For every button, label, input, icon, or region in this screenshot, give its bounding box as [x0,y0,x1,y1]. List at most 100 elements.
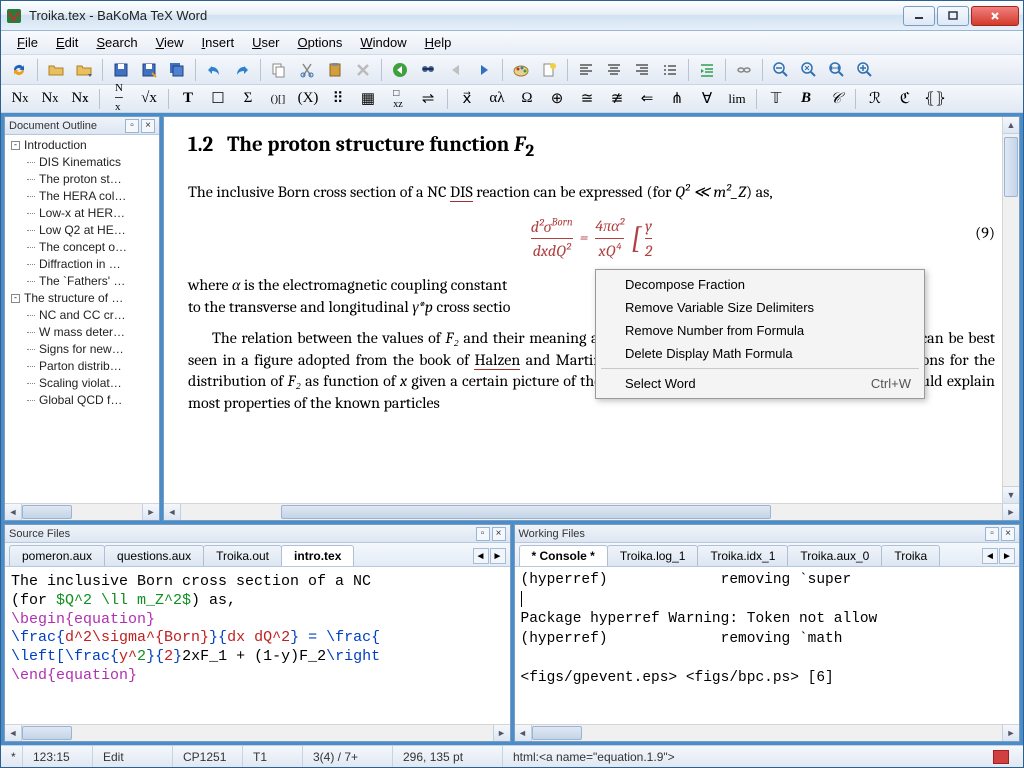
tab[interactable]: Troika [881,545,940,566]
ctx-remove-delimiters[interactable]: Remove Variable Size Delimiters [599,296,921,319]
back-icon[interactable] [388,58,412,82]
new-doc-icon[interactable] [537,58,561,82]
sym-supsub[interactable]: Nxx [67,88,93,110]
next-icon[interactable] [472,58,496,82]
ctx-remove-number[interactable]: Remove Number from Formula [599,319,921,342]
sym-sqrt[interactable]: √x [136,88,162,110]
outline-item[interactable]: DIS Kinematics [7,154,157,171]
sym-bbT[interactable]: 𝕋 [763,88,789,110]
menu-insert[interactable]: Insert [194,33,243,52]
sym-scrR[interactable]: ℛ [862,88,888,110]
zoom-fit-icon[interactable] [797,58,821,82]
doc-hscroll[interactable]: ◄► [164,503,1019,520]
minimize-button[interactable] [903,6,935,26]
tab[interactable]: Troika.log_1 [607,545,699,566]
delete-icon[interactable] [351,58,375,82]
maximize-button[interactable] [937,6,969,26]
sym-angle[interactable]: ⦃⦄ [922,88,948,110]
indent-icon[interactable] [695,58,719,82]
outline-item[interactable]: Low-x at HER… [7,205,157,222]
working-float-icon[interactable]: ▫ [985,527,999,541]
tab[interactable]: pomeron.aux [9,545,105,566]
ctx-select-word[interactable]: Select WordCtrl+W [599,372,921,395]
tab-nav-button[interactable]: ► [999,548,1015,564]
tab-nav-button[interactable]: ◄ [982,548,998,564]
outline-item[interactable]: The proton st… [7,171,157,188]
sym-ncong[interactable]: ≇ [604,88,630,110]
menu-view[interactable]: View [148,33,192,52]
menu-options[interactable]: Options [290,33,351,52]
equation-9[interactable]: d²σBorn dxdQ² = 4πα² xQ⁴ [ y [188,215,995,263]
close-button[interactable] [971,6,1019,26]
outline-item[interactable]: Signs for new… [7,341,157,358]
menu-help[interactable]: Help [417,33,460,52]
paste-icon[interactable] [323,58,347,82]
prev-icon[interactable] [444,58,468,82]
open-icon[interactable] [44,58,68,82]
sym-bfB[interactable]: B [793,88,819,110]
sym-matrix-s[interactable]: ⠿ [325,88,351,110]
sym-cong[interactable]: ≅ [574,88,600,110]
tab-nav-button[interactable]: ► [490,548,506,564]
sym-larrow[interactable]: ⇐ [634,88,660,110]
tab[interactable]: Troika.idx_1 [697,545,788,566]
menu-window[interactable]: Window [352,33,414,52]
sym-arrows[interactable]: ⇌ [415,88,441,110]
outline-item[interactable]: Scaling violat… [7,375,157,392]
zoom-out-icon[interactable] [769,58,793,82]
working-close-icon[interactable]: × [1001,527,1015,541]
refresh-icon[interactable] [7,58,31,82]
outline-item[interactable]: Low Q2 at HE… [7,222,157,239]
outline-item[interactable]: -The structure of … [7,290,157,307]
link-icon[interactable] [732,58,756,82]
sym-sup[interactable]: Nx [7,88,33,110]
find-icon[interactable] [416,58,440,82]
copy-icon[interactable] [267,58,291,82]
working-hscroll[interactable]: ◄► [515,724,1020,741]
outline-item[interactable]: NC and CC cr… [7,307,157,324]
source-close-icon[interactable]: × [492,527,506,541]
save-all-icon[interactable] [165,58,189,82]
menu-file[interactable]: File [9,33,46,52]
outline-close-icon[interactable]: × [141,119,155,133]
sym-delim[interactable]: ()[] [265,88,291,110]
sym-sub[interactable]: Nx [37,88,63,110]
sym-oplus[interactable]: ⊕ [544,88,570,110]
menu-user[interactable]: User [244,33,287,52]
source-float-icon[interactable]: ▫ [476,527,490,541]
console-output[interactable]: (hyperref) removing `super Package hyper… [515,567,1020,724]
palette-icon[interactable] [509,58,533,82]
save-icon[interactable] [109,58,133,82]
source-hscroll[interactable]: ◄► [5,724,510,741]
tab[interactable]: * Console * [519,545,608,566]
source-editor[interactable]: The inclusive Born cross section of a NC… [5,567,510,724]
zoom-in-icon[interactable] [853,58,877,82]
cut-icon[interactable] [295,58,319,82]
sym-stack[interactable]: □xz [385,88,411,110]
tab[interactable]: intro.tex [281,545,354,566]
titlebar[interactable]: Troika.tex - BaKoMa TeX Word [1,1,1023,31]
tab[interactable]: Troika.aux_0 [787,545,882,566]
sym-matrix[interactable]: ▦ [355,88,381,110]
outline-item[interactable]: Parton distrib… [7,358,157,375]
ctx-decompose-fraction[interactable]: Decompose Fraction [599,273,921,296]
undo-icon[interactable] [202,58,226,82]
outline-hscroll[interactable]: ◄► [5,503,159,520]
outline-item[interactable]: The concept o… [7,239,157,256]
zoom-width-icon[interactable] [825,58,849,82]
sym-text[interactable]: T [175,88,201,110]
doc-vscroll[interactable]: ▲▼ [1002,117,1019,503]
sym-frac[interactable]: N─x [106,88,132,110]
outline-item[interactable]: Diffraction in … [7,256,157,273]
sym-pitchfork[interactable]: ⋔ [664,88,690,110]
sym-calC[interactable]: 𝒞 [823,88,849,110]
outline-item[interactable]: The HERA col… [7,188,157,205]
save-as-icon[interactable] [137,58,161,82]
redo-icon[interactable] [230,58,254,82]
menu-edit[interactable]: Edit [48,33,86,52]
sym-greek-low[interactable]: αλ [484,88,510,110]
outline-item[interactable]: The `Fathers' … [7,273,157,290]
outline-item[interactable]: Global QCD f… [7,392,157,409]
outline-item[interactable]: W mass deter… [7,324,157,341]
sym-forall[interactable]: ∀ [694,88,720,110]
